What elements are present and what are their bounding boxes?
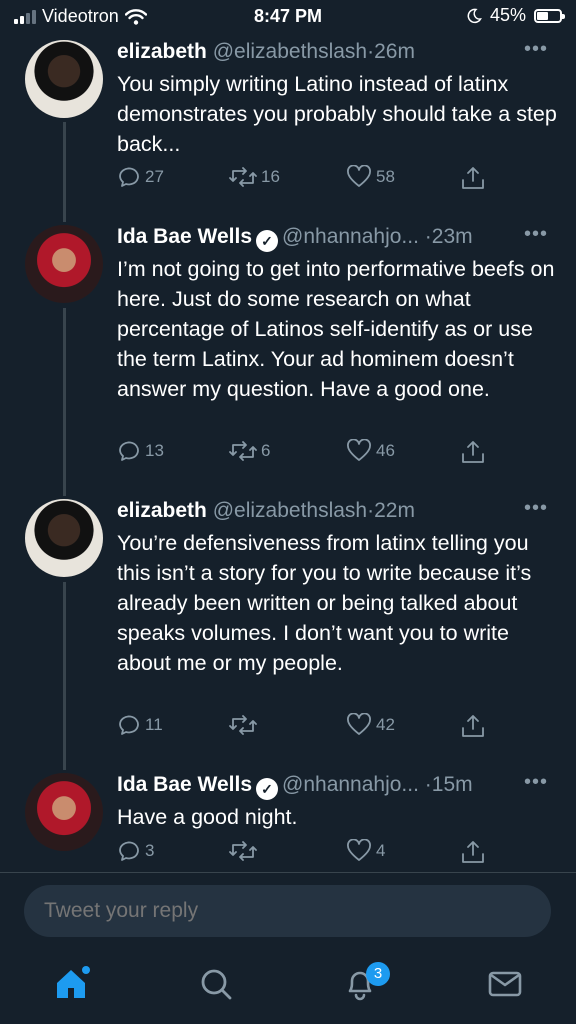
reply-button[interactable]: 11 xyxy=(117,713,163,737)
tweet-header: Ida Bae Wells ✓ @nhannahjo... ·23m xyxy=(117,225,473,252)
retweet-icon xyxy=(229,441,257,461)
retweet-icon xyxy=(229,715,257,735)
retweet-icon xyxy=(229,167,257,187)
reply-input[interactable] xyxy=(44,885,524,937)
notifications-badge: 3 xyxy=(366,962,390,986)
tweet-header: elizabeth @elizabethslash·22m xyxy=(117,499,415,523)
like-icon xyxy=(347,839,371,861)
tweet-actions: 13 6 46 xyxy=(117,439,517,467)
tweet-actions: 3 4 xyxy=(117,839,517,867)
like-button[interactable]: 42 xyxy=(346,713,395,737)
reply-icon xyxy=(119,841,139,861)
more-options-icon[interactable]: ••• xyxy=(524,38,548,61)
separator: · xyxy=(424,225,432,248)
more-options-icon[interactable]: ••• xyxy=(524,771,548,794)
like-count: 42 xyxy=(376,715,395,734)
retweet-icon xyxy=(229,841,257,861)
avatar[interactable] xyxy=(25,773,103,851)
user-handle[interactable]: @nhannahjo... xyxy=(282,225,419,248)
battery-percent: 45% xyxy=(489,5,526,25)
share-icon xyxy=(462,167,484,189)
retweet-button[interactable]: 16 xyxy=(229,165,280,189)
status-bar: Videotron 8:47 PM 45% xyxy=(0,0,576,34)
reply-button[interactable]: 27 xyxy=(117,165,164,189)
display-name[interactable]: Ida Bae Wells xyxy=(117,225,252,248)
user-handle[interactable]: @elizabethslash xyxy=(213,499,367,522)
tweet-header: elizabeth @elizabethslash·26m xyxy=(117,40,415,64)
retweet-count: 16 xyxy=(261,167,280,186)
like-button[interactable]: 58 xyxy=(346,165,395,189)
verified-badge-icon: ✓ xyxy=(256,230,279,252)
reply-icon xyxy=(119,441,139,461)
avatar[interactable] xyxy=(25,40,103,118)
search-icon[interactable] xyxy=(196,964,236,1004)
moon-icon xyxy=(467,8,482,23)
tweet[interactable]: elizabeth @elizabethslash·22m ••• You’re… xyxy=(0,497,576,759)
display-name[interactable]: elizabeth xyxy=(117,499,207,522)
avatar[interactable] xyxy=(25,225,103,303)
tweet-text: You simply writing Latino instead of lat… xyxy=(117,72,557,156)
reply-icon xyxy=(119,167,139,187)
like-icon xyxy=(347,713,371,735)
display-name[interactable]: elizabeth xyxy=(117,40,207,63)
user-handle[interactable]: @nhannahjo... xyxy=(282,773,419,796)
timestamp: 26m xyxy=(374,40,415,63)
reply-count: 11 xyxy=(145,715,163,734)
tweet-header: Ida Bae Wells ✓ @nhannahjo... ·15m xyxy=(117,773,473,800)
tweet-actions: 27 16 58 xyxy=(117,165,517,193)
timestamp: 23m xyxy=(431,225,473,248)
share-button[interactable] xyxy=(460,713,486,739)
tweet-text: I’m not going to get into performative b… xyxy=(117,257,555,401)
user-handle[interactable]: @elizabethslash xyxy=(213,40,367,63)
reply-count: 13 xyxy=(145,441,164,460)
like-button[interactable]: 4 xyxy=(346,839,385,863)
reply-icon xyxy=(119,715,139,735)
share-icon xyxy=(462,441,484,463)
retweet-count: 6 xyxy=(261,441,271,460)
share-icon xyxy=(462,841,484,863)
verified-badge-icon: ✓ xyxy=(256,778,279,800)
reply-button[interactable]: 3 xyxy=(117,839,154,863)
battery-icon xyxy=(534,8,565,23)
like-count: 58 xyxy=(376,167,395,186)
share-button[interactable] xyxy=(460,839,486,865)
share-icon xyxy=(462,715,484,737)
avatar[interactable] xyxy=(25,499,103,577)
tab-bar xyxy=(0,952,576,1024)
display-name[interactable]: Ida Bae Wells xyxy=(117,773,252,796)
tweet[interactable]: elizabeth @elizabethslash·26m ••• You si… xyxy=(0,38,576,220)
reply-box[interactable] xyxy=(24,885,551,937)
share-button[interactable] xyxy=(460,165,486,191)
more-options-icon[interactable]: ••• xyxy=(524,497,548,520)
tweet[interactable]: Ida Bae Wells ✓ @nhannahjo... ·23m ••• I’m… xyxy=(0,223,576,485)
retweet-button[interactable] xyxy=(229,713,261,737)
tweet[interactable]: Ida Bae Wells ✓ @nhannahjo... ·15m ••• Hav… xyxy=(0,771,576,868)
home-icon[interactable] xyxy=(52,964,92,1004)
share-button[interactable] xyxy=(460,439,486,465)
retweet-button[interactable]: 6 xyxy=(229,439,270,463)
like-count: 46 xyxy=(376,441,395,460)
like-icon xyxy=(347,165,371,187)
tweet-actions: 11 42 xyxy=(117,713,517,741)
timestamp: 15m xyxy=(431,773,473,796)
reply-button[interactable]: 13 xyxy=(117,439,164,463)
tweet-text: Have a good night. xyxy=(117,805,298,829)
like-button[interactable]: 46 xyxy=(346,439,395,463)
retweet-button[interactable] xyxy=(229,839,261,863)
like-icon xyxy=(347,439,371,461)
reply-count: 27 xyxy=(145,167,164,186)
timestamp: 22m xyxy=(374,499,415,522)
reply-count: 3 xyxy=(145,841,155,860)
messages-icon[interactable] xyxy=(485,964,525,1004)
separator: · xyxy=(424,773,432,796)
more-options-icon[interactable]: ••• xyxy=(524,223,548,246)
like-count: 4 xyxy=(376,841,386,860)
reply-composer xyxy=(0,872,576,953)
tweet-text: You’re defensiveness from latinx telling… xyxy=(117,531,532,675)
